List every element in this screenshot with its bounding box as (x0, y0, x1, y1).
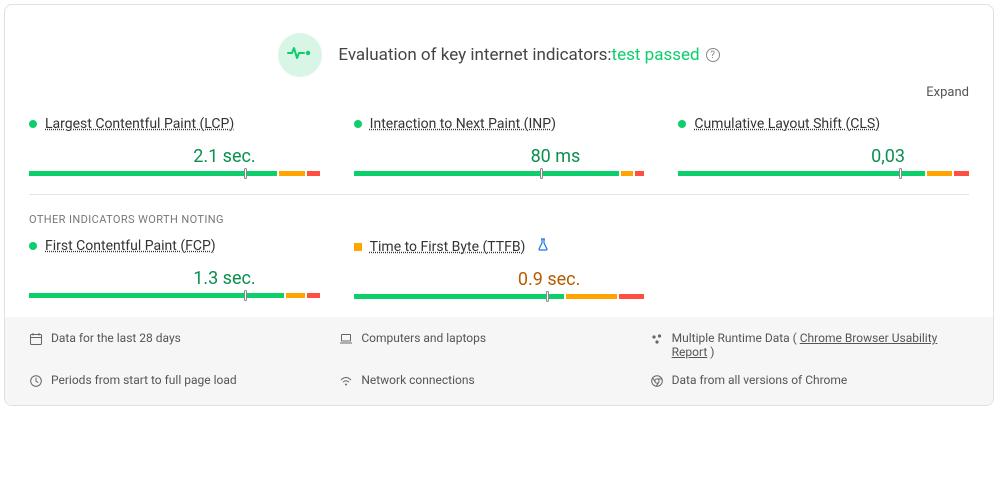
secondary-heading: OTHER INDICATORS WORTH NOTING (5, 195, 993, 232)
performance-icon-wrap (278, 33, 322, 77)
metric-ttfb-value: 0.9 sec. (518, 269, 580, 290)
footer-runtime-prefix: Multiple Runtime Data ( (672, 331, 800, 345)
footer-device: Computers and laptops (339, 331, 629, 359)
marker-icon (244, 168, 247, 179)
status-square-icon (354, 243, 362, 251)
laptop-icon (339, 332, 353, 349)
metric-inp-bar (354, 171, 645, 176)
scatter-icon (650, 332, 664, 349)
panel-header: Evaluation of key internet indicators:te… (5, 5, 993, 85)
metric-fcp-bar (29, 293, 320, 298)
footer-chrome-versions: Data from all versions of Chrome (650, 373, 969, 391)
metric-inp: Interaction to Next Paint (INP) 80 ms (354, 116, 645, 176)
header-title-prefix: Evaluation of key internet indicators: (338, 45, 611, 65)
metric-fcp-link[interactable]: First Contentful Paint (FCP) (45, 238, 216, 254)
footer-data-period: Data for the last 28 days (29, 331, 319, 359)
footer-periods-text: Periods from start to full page load (51, 373, 237, 387)
marker-icon (540, 168, 543, 179)
metric-lcp-value: 2.1 sec. (193, 146, 255, 167)
metric-inp-value: 80 ms (531, 146, 581, 167)
marker-icon (899, 168, 902, 179)
metric-ttfb: Time to First Byte (TTFB) 0.9 sec. (354, 238, 645, 299)
pulse-icon (287, 45, 313, 65)
metric-fcp-value: 1.3 sec. (193, 268, 255, 289)
metric-cls-bar (678, 171, 969, 176)
calendar-icon (29, 332, 43, 349)
metric-lcp-bar (29, 171, 320, 176)
marker-icon (546, 291, 549, 302)
status-dot-icon (29, 242, 37, 250)
footer-network-text: Network connections (361, 373, 474, 387)
primary-metrics-row: Largest Contentful Paint (LCP) 2.1 sec. … (5, 106, 993, 194)
web-vitals-panel: Evaluation of key internet indicators:te… (4, 4, 994, 406)
wifi-icon (339, 374, 353, 391)
metric-ttfb-link[interactable]: Time to First Byte (TTFB) (370, 239, 526, 255)
footer-runtime-suffix: ) (707, 345, 714, 359)
clock-icon (29, 374, 43, 391)
metric-cls-value: 0,03 (871, 146, 905, 167)
metric-lcp: Largest Contentful Paint (LCP) 2.1 sec. (29, 116, 320, 176)
status-dot-icon (678, 120, 686, 128)
marker-icon (244, 290, 247, 301)
footer-chrome-versions-text: Data from all versions of Chrome (672, 373, 848, 387)
expand-toggle[interactable]: Expand (5, 85, 993, 106)
metric-empty-spacer (678, 238, 969, 299)
metric-fcp: First Contentful Paint (FCP) 1.3 sec. (29, 238, 320, 299)
footer-runtime: Multiple Runtime Data ( Chrome Browser U… (650, 331, 969, 359)
footer-data-period-text: Data for the last 28 days (51, 331, 181, 345)
chrome-icon (650, 374, 664, 391)
flask-icon (537, 238, 549, 255)
panel-footer: Data for the last 28 days Computers and … (5, 317, 993, 405)
metric-inp-link[interactable]: Interaction to Next Paint (INP) (370, 116, 556, 132)
footer-device-text: Computers and laptops (361, 331, 486, 345)
status-dot-icon (29, 120, 37, 128)
help-icon[interactable]: ? (706, 48, 720, 62)
secondary-metrics-row: First Contentful Paint (FCP) 1.3 sec. Ti… (5, 232, 993, 317)
metric-cls: Cumulative Layout Shift (CLS) 0,03 (678, 116, 969, 176)
footer-periods: Periods from start to full page load (29, 373, 319, 391)
status-dot-icon (354, 120, 362, 128)
metric-lcp-link[interactable]: Largest Contentful Paint (LCP) (45, 116, 234, 132)
header-status: test passed (612, 45, 700, 65)
footer-network: Network connections (339, 373, 629, 391)
header-title: Evaluation of key internet indicators:te… (338, 45, 699, 65)
metric-cls-link[interactable]: Cumulative Layout Shift (CLS) (694, 116, 880, 132)
metric-ttfb-bar (354, 294, 645, 299)
